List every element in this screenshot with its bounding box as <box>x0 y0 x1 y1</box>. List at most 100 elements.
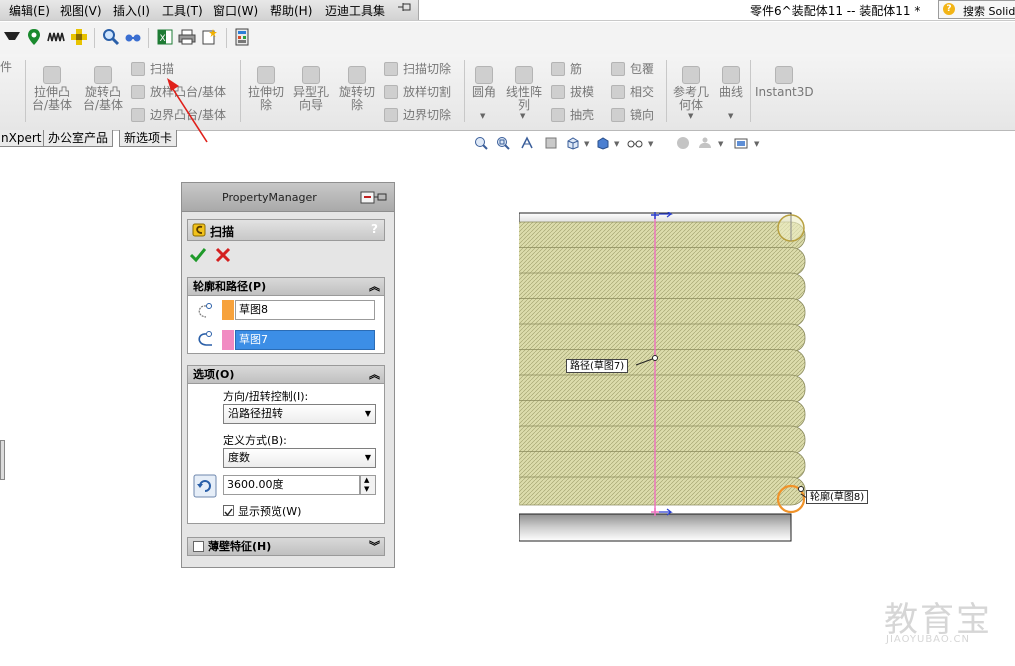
zoom-to-fit-icon[interactable] <box>474 136 488 150</box>
tab-office-products[interactable]: 办公室产品 <box>43 130 114 147</box>
tab-new-tab[interactable]: 新选项卡 <box>119 130 178 147</box>
options-section-header[interactable]: 选项(O) ︽ <box>187 365 385 384</box>
menu-help[interactable]: 帮助(H) <box>270 2 312 19</box>
define-by-select[interactable]: 度数 ▼ <box>223 448 376 468</box>
menu-window[interactable]: 窗口(W) <box>213 2 258 19</box>
revolve-boss-button[interactable]: 旋转凸 台/基体 <box>83 66 123 112</box>
menu-edit[interactable]: 编辑(E) <box>9 2 50 19</box>
orientation-select[interactable]: 沿路径扭转 ▼ <box>223 404 376 424</box>
pm-pin-icon[interactable] <box>360 191 390 204</box>
scene-icon[interactable] <box>698 136 712 150</box>
path-color-swatch <box>222 330 234 350</box>
reference-geometry-button[interactable]: 参考几 何体 <box>673 66 709 112</box>
spring-coil-turn[interactable] <box>519 349 806 378</box>
magnifier-icon[interactable] <box>102 28 120 46</box>
spin-down-icon[interactable]: ▼ <box>364 485 369 493</box>
spring-coils[interactable] <box>519 221 806 506</box>
revolve-cut-button[interactable]: 旋转切 除 <box>339 66 375 112</box>
funnel-icon[interactable] <box>3 28 21 46</box>
menu-tools[interactable]: 工具(T) <box>162 2 203 19</box>
curves-button[interactable]: 曲线 <box>719 66 743 99</box>
collapse-chevron-icon[interactable]: ︽ <box>369 278 380 295</box>
display-style-icon[interactable] <box>596 136 610 150</box>
sweep-cut-button[interactable]: 扫描切除 <box>384 60 451 77</box>
hole-wizard-button[interactable]: 异型孔 向导 <box>293 66 329 112</box>
reverse-direction-icon[interactable] <box>193 474 217 498</box>
glasses-icon[interactable] <box>124 28 142 46</box>
view-settings-icon[interactable] <box>734 136 748 150</box>
spring-coil-turn[interactable] <box>519 323 806 353</box>
help-button[interactable]: ? <box>371 222 378 236</box>
location-pin-icon[interactable] <box>25 28 43 46</box>
instant3d-button[interactable]: Instant3D <box>755 66 814 99</box>
wrap-button[interactable]: 包覆 <box>611 60 654 77</box>
cancel-x-icon[interactable] <box>215 247 231 263</box>
expand-chevron-icon[interactable]: ︾ <box>369 538 380 555</box>
bottom-plate[interactable] <box>519 513 792 542</box>
spring-coil-turn[interactable] <box>519 425 806 455</box>
view-settings-dropdown-icon[interactable]: ▼ <box>754 140 759 148</box>
profile-path-section-header[interactable]: 轮廓和路径(P) ︽ <box>187 277 385 296</box>
reference-dropdown-icon[interactable]: ▼ <box>688 112 693 120</box>
fillet-button[interactable]: 圆角 <box>472 66 496 99</box>
excel-icon[interactable]: X <box>156 28 174 46</box>
cross-move-icon[interactable] <box>70 28 88 46</box>
printer-icon[interactable] <box>178 28 196 46</box>
twist-angle-input[interactable]: 3600.00度 <box>223 475 360 495</box>
coil-icon[interactable] <box>47 28 65 46</box>
profile-callout-label[interactable]: 轮廓(草图8) <box>806 490 869 504</box>
draft-button[interactable]: 拔模 <box>551 83 594 100</box>
profile-field[interactable]: 草图8 <box>235 300 375 320</box>
boundary-cut-button[interactable]: 边界切除 <box>384 106 451 123</box>
zoom-area-icon[interactable] <box>496 136 510 150</box>
spring-coil-turn[interactable] <box>519 272 806 302</box>
menu-insert[interactable]: 插入(I) <box>113 2 150 19</box>
calculator-icon[interactable] <box>233 28 251 46</box>
extrude-boss-button[interactable]: 拉伸凸 台/基体 <box>32 66 72 112</box>
pattern-dropdown-icon[interactable]: ▼ <box>520 112 525 120</box>
boundary-cut-icon <box>384 108 398 122</box>
appearance-icon[interactable] <box>676 136 690 150</box>
spring-coil-turn[interactable] <box>519 451 806 480</box>
curves-dropdown-icon[interactable]: ▼ <box>728 112 733 120</box>
angle-spinner[interactable]: ▲ ▼ <box>360 475 376 495</box>
path-callout-label[interactable]: 路径(草图7) <box>566 359 629 373</box>
hide-show-dropdown-icon[interactable]: ▼ <box>648 140 653 148</box>
previous-view-icon[interactable] <box>520 136 534 150</box>
panel-collapse-handle[interactable] <box>0 440 5 480</box>
tab-nxpert[interactable]: nXpert <box>0 130 47 147</box>
rib-button[interactable]: 筋 <box>551 60 582 77</box>
spring-coil-turn[interactable] <box>519 247 806 276</box>
search-placeholder: 搜索 SolidW <box>963 5 1015 18</box>
spin-up-icon[interactable]: ▲ <box>364 476 369 484</box>
path-field[interactable]: 草图7 <box>235 330 375 350</box>
intersect-button[interactable]: 相交 <box>611 83 654 100</box>
view-orientation-icon[interactable] <box>566 136 580 150</box>
extrude-cut-button[interactable]: 拉伸切 除 <box>248 66 284 112</box>
display-style-dropdown-icon[interactable]: ▼ <box>614 140 619 148</box>
scene-dropdown-icon[interactable]: ▼ <box>718 140 723 148</box>
thin-feature-checkbox[interactable] <box>193 541 204 552</box>
ok-check-icon[interactable] <box>190 247 206 263</box>
spring-coil-turn[interactable] <box>519 476 806 506</box>
view-orientation-dropdown-icon[interactable]: ▼ <box>584 140 589 148</box>
section-view-icon[interactable] <box>544 136 558 150</box>
spring-coil-turn[interactable] <box>519 298 806 327</box>
fillet-dropdown-icon[interactable]: ▼ <box>480 112 485 120</box>
spring-coil-turn[interactable] <box>519 400 806 429</box>
menu-maidi-tools[interactable]: 迈迪工具集 <box>325 2 385 19</box>
mirror-button[interactable]: 镜向 <box>611 106 654 123</box>
spring-coil-turn[interactable] <box>519 221 806 251</box>
new-document-icon[interactable] <box>200 28 218 46</box>
loft-cut-button[interactable]: 放样切割 <box>384 83 451 100</box>
collapse-chevron-icon[interactable]: ︽ <box>369 366 380 383</box>
linear-pattern-button[interactable]: 线性阵 列 <box>506 66 542 112</box>
show-preview-checkbox[interactable] <box>223 505 234 517</box>
search-box[interactable]: ? 搜索 SolidW <box>938 0 1015 19</box>
spring-coil-turn[interactable] <box>519 374 806 404</box>
hide-show-items-icon[interactable] <box>626 136 646 150</box>
shell-button[interactable]: 抽壳 <box>551 106 594 123</box>
thin-feature-section-header[interactable]: 薄壁特征(H) ︾ <box>187 537 385 556</box>
pin-icon[interactable] <box>397 1 413 18</box>
menu-view[interactable]: 视图(V) <box>60 2 102 19</box>
